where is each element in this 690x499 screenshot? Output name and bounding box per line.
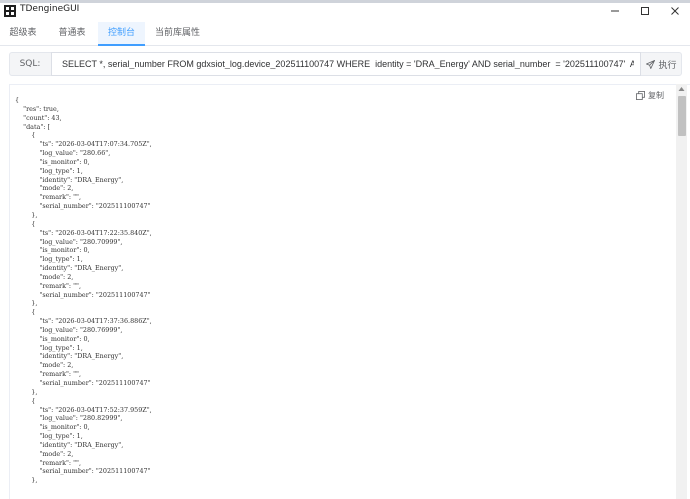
scroll-thumb[interactable] (678, 96, 686, 136)
tab-bar: 超级表 普通表 控制台 当前库属性 (0, 22, 690, 46)
sql-input[interactable] (51, 52, 641, 76)
scroll-up-arrow[interactable] (676, 86, 687, 94)
window-titlebar: TDengineGUI (0, 0, 690, 22)
json-output: { "res": true, "count": 43, "data": [ { … (15, 96, 152, 485)
sql-label: SQL: (19, 59, 41, 69)
result-panel: 复制 { "res": true, "count": 43, "data": [… (9, 84, 690, 499)
tab-db-properties[interactable]: 当前库属性 (145, 22, 210, 46)
close-button[interactable] (660, 0, 690, 22)
tab-normal-tables[interactable]: 普通表 (46, 22, 98, 46)
minimize-icon (611, 10, 619, 12)
send-icon (646, 59, 656, 69)
window-title: TDengineGUI (20, 4, 80, 14)
close-icon (671, 7, 679, 15)
maximize-icon (641, 7, 649, 15)
run-button[interactable]: 执行 (641, 53, 682, 75)
caret-up-icon (678, 87, 685, 91)
run-button-label: 执行 (658, 60, 677, 71)
tab-super-tables[interactable]: 超级表 (0, 22, 46, 46)
result-scrollbar[interactable] (676, 84, 687, 499)
background-window-strip (0, 0, 690, 3)
tdengine-app-icon (4, 5, 16, 17)
maximize-button[interactable] (630, 0, 660, 22)
minimize-button[interactable] (600, 0, 630, 22)
sql-bar: SQL: 执行 (9, 52, 682, 76)
tab-console[interactable]: 控制台 (98, 22, 145, 46)
